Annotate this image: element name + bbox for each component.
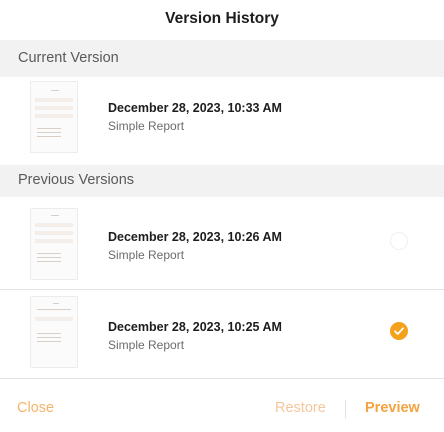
version-name: Simple Report <box>108 338 185 352</box>
dialog-title: Version History <box>165 10 279 27</box>
current-version-row: December 28, 2023, 10:33 AM Simple Repor… <box>0 77 444 165</box>
previous-version-row[interactable]: December 28, 2023, 10:26 AM Simple Repor… <box>0 197 444 290</box>
version-name: Simple Report <box>108 248 185 262</box>
document-thumbnail-icon <box>30 81 78 153</box>
previous-version-row[interactable]: December 28, 2023, 10:25 AM Simple Repor… <box>0 290 444 379</box>
version-date: December 28, 2023, 10:33 AM <box>108 101 282 115</box>
version-history-sheet: Version History Current Version December… <box>0 0 444 432</box>
document-thumbnail-icon <box>30 208 78 280</box>
document-thumbnail-icon <box>30 296 78 368</box>
dialog-footer: Close Restore Preview <box>0 379 444 432</box>
close-button[interactable]: Close <box>17 400 54 416</box>
version-select-radio[interactable] <box>390 232 408 250</box>
previous-versions-header: Previous Versions <box>0 165 444 197</box>
footer-divider <box>345 400 346 418</box>
version-select-radio[interactable] <box>390 322 408 340</box>
version-date: December 28, 2023, 10:25 AM <box>108 320 282 334</box>
restore-button[interactable]: Restore <box>275 400 326 416</box>
version-date: December 28, 2023, 10:26 AM <box>108 230 282 244</box>
preview-button[interactable]: Preview <box>365 400 420 416</box>
checkmark-icon <box>394 327 404 335</box>
version-name: Simple Report <box>108 119 185 133</box>
current-version-header: Current Version <box>0 40 444 77</box>
